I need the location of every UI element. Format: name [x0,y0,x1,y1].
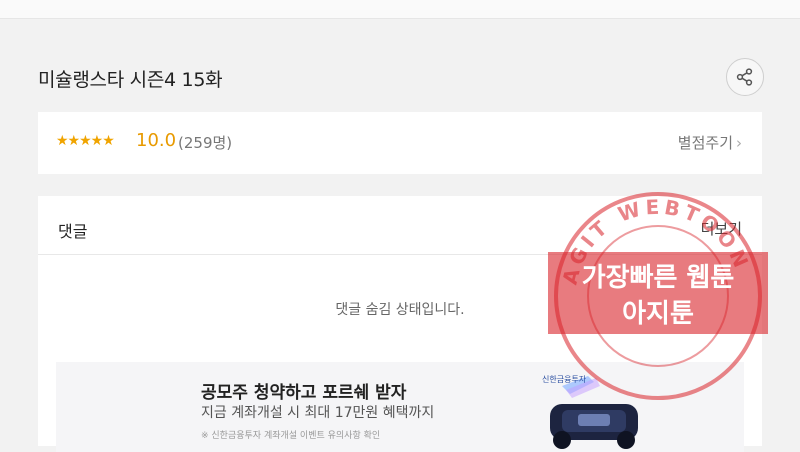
ad-fine-print: ※ 신한금융투자 계좌개설 이벤트 유의사항 확인 [201,431,381,441]
episode-header: 미슐랭스타 시즌4 15화 [38,56,764,100]
comments-hidden-message: 댓글 숨김 상태입니다. [335,302,465,318]
divider [38,254,762,255]
rating-count: (259명) [178,134,233,152]
chevron-right-icon: › [736,134,742,152]
ad-brand-logo: 신한금융투자 [542,375,587,384]
rating-score: 10.0 [136,130,177,151]
page-title: 미슐랭스타 시즌4 15화 [38,69,223,91]
ad-title: 공모주 청약하고 포르쉐 받자 [201,383,407,403]
comments-heading: 댓글 [58,222,88,241]
share-icon [736,68,753,86]
top-bar [0,0,800,19]
rate-button[interactable]: 별점주기 › [678,132,742,153]
share-button[interactable] [726,58,764,96]
ad-subtitle: 지금 계좌개설 시 최대 17만원 혜택까지 [201,405,435,421]
comments-more-link[interactable]: 더보기 [701,218,742,239]
rating-panel: ★★★★★ 10.0 (259명) 별점주기 › [38,112,762,174]
star-rating-icon: ★★★★★ [56,133,115,149]
rate-button-label: 별점주기 [677,134,733,152]
comments-panel: 댓글 더보기 댓글 숨김 상태입니다. 공모주 청약하고 포르쉐 받자 지금 계… [38,196,762,452]
